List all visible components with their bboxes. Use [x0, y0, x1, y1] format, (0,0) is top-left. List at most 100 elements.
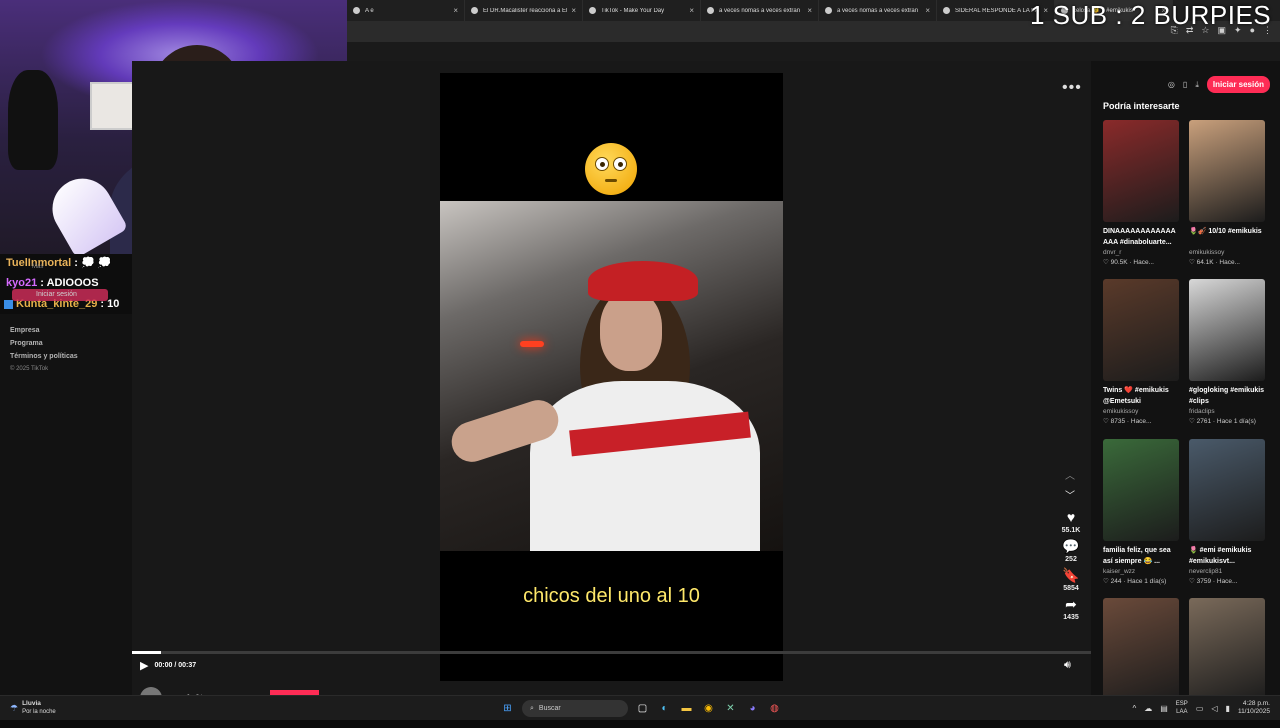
volume-icon[interactable]: 🔊︎: [1064, 659, 1071, 672]
comment-button[interactable]: 💬 252: [1062, 538, 1079, 563]
like-count: 55.1K: [1061, 527, 1081, 534]
red-cap: [588, 261, 698, 301]
close-icon[interactable]: ×: [807, 6, 812, 15]
card-user[interactable]: emikukissoy: [1103, 408, 1179, 415]
video-thumbnail[interactable]: [1103, 598, 1179, 700]
more-link[interactable]: Más: [32, 264, 43, 270]
footer-link-terms[interactable]: Términos y políticas: [10, 353, 78, 360]
share-icon: ➦: [1065, 596, 1077, 612]
login-button[interactable]: Iniciar sesión: [1206, 76, 1270, 93]
card-desc: 🌷 #emi #emikukis #emikukisvt...: [1189, 547, 1252, 565]
browser-tab[interactable]: A e ×: [347, 0, 465, 21]
video-thumbnail[interactable]: [1189, 598, 1265, 700]
video-thumbnail[interactable]: [1189, 279, 1265, 381]
video-card[interactable]: 🌷 #emi #emikukis #emikukisvt... neverclip…: [1189, 439, 1265, 585]
video-frame: [440, 201, 783, 551]
chrome-icon[interactable]: ◉: [701, 701, 716, 716]
close-icon[interactable]: ×: [689, 6, 694, 15]
card-user[interactable]: kaiser_wzz: [1103, 568, 1179, 575]
windows-start-icon[interactable]: ⊞: [500, 701, 515, 716]
network-icon[interactable]: ▤: [1160, 704, 1168, 713]
chat-username: kyo21: [6, 277, 38, 289]
chat-message: TuelInmortal : 💭 💭: [6, 256, 111, 269]
tab-title: a veces nomas a veces extrañ: [837, 7, 919, 14]
task-view-icon[interactable]: ▢: [635, 701, 650, 716]
weather-title: Lluvia: [22, 700, 41, 707]
video-card[interactable]: familia feliz, que sea así siempre 😂 ...…: [1103, 439, 1179, 585]
browser-tab[interactable]: a veces nomas a veces extrañ ×: [701, 0, 819, 21]
close-icon[interactable]: ×: [571, 6, 576, 15]
card-user[interactable]: neverclip81: [1189, 568, 1265, 575]
share-button[interactable]: ➦ 1435: [1063, 596, 1079, 621]
video-card[interactable]: 🌷🎻 10/10 #emikukis emikukissoy ♡ 64.1K · H…: [1189, 120, 1265, 266]
card-meta: ♡ 244 · Hace 1 día(s): [1103, 578, 1167, 585]
discord-icon[interactable]: ◕: [745, 701, 760, 716]
weather-widget[interactable]: ☂ Lluvia Por la noche: [10, 700, 56, 716]
obs-icon[interactable]: ◍: [767, 701, 782, 716]
comment-count: 252: [1065, 556, 1077, 563]
video-thumbnail[interactable]: [1103, 279, 1179, 381]
tab-title: A e: [365, 7, 374, 14]
card-user[interactable]: emikukissoy: [1189, 249, 1265, 256]
progress-bar[interactable]: [132, 651, 1091, 654]
video-thumbnail[interactable]: [1103, 120, 1179, 222]
rain-icon: ☂: [10, 702, 19, 713]
video-card[interactable]: #glogloking #emikukis #clips fridaclips ♡ …: [1189, 279, 1265, 425]
video-card[interactable]: DINAAAAAAAAAAAA AAA #dinaboluarte... dnvr…: [1103, 120, 1179, 266]
edge-icon[interactable]: ◐: [657, 701, 672, 716]
more-options-icon[interactable]: •••: [1062, 79, 1082, 97]
rail-toolbar: ◎ ▯ ⤓ Iniciar sesión: [1168, 76, 1270, 93]
language-indicator[interactable]: ESP LAA: [1176, 700, 1188, 716]
browser-tab[interactable]: TikTok - Make Your Day ×: [583, 0, 701, 21]
like-button[interactable]: ♥ 55.1K: [1062, 509, 1081, 534]
capcut-icon[interactable]: ✕: [723, 701, 738, 716]
cloud-icon[interactable]: ☁: [1144, 704, 1152, 713]
tab-title: El DR.Macalister reacciona a El: [483, 7, 568, 14]
footer-link-company[interactable]: Empresa: [10, 327, 40, 334]
tab-favicon-icon: [353, 7, 360, 14]
emoji-mouth: [605, 179, 617, 182]
chevron-up-icon[interactable]: ︿: [1061, 467, 1079, 487]
browser-tab[interactable]: a veces nomas a veces extrañ ×: [819, 0, 937, 21]
login-button-ghost[interactable]: Iniciar sesión: [12, 289, 108, 301]
download-icon[interactable]: ⤓: [1195, 80, 1199, 90]
video-time: 00:00 / 00:37: [154, 662, 197, 669]
video-thumbnail[interactable]: [1189, 120, 1265, 222]
phone-icon[interactable]: ▯: [1183, 80, 1187, 89]
video-nav: ︿ ﹀: [1061, 467, 1079, 507]
chevron-up-icon[interactable]: ^: [1132, 704, 1136, 713]
card-user[interactable]: fridaclips: [1189, 408, 1265, 415]
video-thumbnail[interactable]: [1189, 439, 1265, 541]
close-icon[interactable]: ×: [453, 6, 458, 15]
close-icon[interactable]: ×: [925, 6, 930, 15]
battery-icon[interactable]: ▮: [1226, 704, 1230, 713]
card-meta: ♡ 2761 · Hace 1 día(s): [1189, 418, 1256, 425]
video-thumbnail[interactable]: [1103, 439, 1179, 541]
copyright: © 2025 TikTok: [10, 366, 49, 372]
taskbar-search[interactable]: ⌕ Buscar: [522, 700, 628, 717]
video-player[interactable]: chicos del uno al 10: [440, 73, 783, 681]
card-user[interactable]: dnvr_r: [1103, 249, 1179, 256]
clock[interactable]: 4:28 p.m. 11/10/2025: [1238, 700, 1270, 716]
save-button[interactable]: 🔖 5854: [1062, 567, 1079, 592]
compass-icon[interactable]: ◎: [1168, 80, 1175, 89]
tab-favicon-icon: [943, 7, 950, 14]
heart-icon: ♥: [1066, 509, 1076, 525]
play-icon[interactable]: ▶: [140, 659, 148, 672]
monitor-icon[interactable]: ▭: [1196, 704, 1204, 713]
card-desc: #glogloking #emikukis #clips: [1189, 387, 1265, 405]
folder-icon[interactable]: ▬: [679, 701, 694, 716]
chat-text: ADIOOOS: [46, 277, 99, 289]
chevron-down-icon[interactable]: ﹀: [1061, 487, 1079, 507]
chat-message: kyo21 : ADIOOOS: [6, 277, 99, 289]
rail-heading: Podría interesarte: [1103, 101, 1180, 111]
player-controls: ▶ 00:00 / 00:37: [140, 659, 196, 672]
card-desc: Twins ❤️ #emikukis @Emetsuki: [1103, 387, 1169, 405]
footer-link-program[interactable]: Programa: [10, 340, 43, 347]
clock-date: 11/10/2025: [1237, 708, 1270, 715]
save-count: 5854: [1063, 585, 1079, 592]
browser-tab[interactable]: El DR.Macalister reacciona a El ×: [465, 0, 583, 21]
lang-bottom: LAA: [1176, 709, 1188, 715]
video-card[interactable]: Twins ❤️ #emikukis @Emetsuki emikukissoy ♡…: [1103, 279, 1179, 425]
volume-icon[interactable]: ◁: [1211, 704, 1217, 713]
